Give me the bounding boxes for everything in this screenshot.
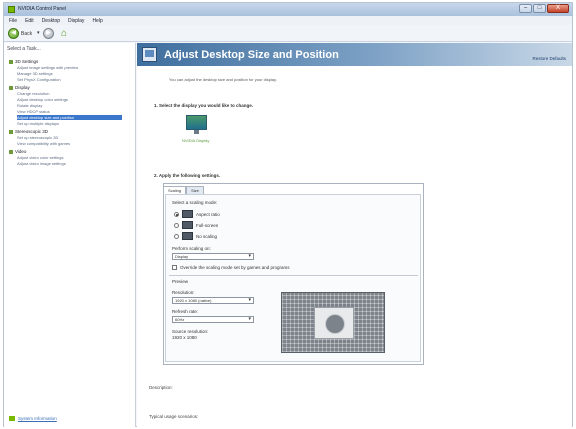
tree-item[interactable]: Manage 3D settings <box>17 71 122 76</box>
source-resolution-value: 1920 x 1080 <box>172 335 197 340</box>
usage-scenarios-label: Typical usage scenarios: <box>149 414 199 419</box>
window-title: NVIDIA Control Panel <box>18 6 67 12</box>
menu-desktop[interactable]: Desktop <box>42 18 60 24</box>
preview-image <box>314 307 354 339</box>
tree-item[interactable]: Adjust image settings with preview <box>17 65 122 70</box>
tree-item[interactable]: Adjust video image settings <box>17 161 122 166</box>
source-resolution-label: Source resolution: <box>172 329 209 334</box>
scaling-preview <box>281 292 385 353</box>
tree-item[interactable]: Adjust desktop color settings <box>17 97 122 102</box>
monitor-icon <box>186 115 207 130</box>
toolbar: ◀ Back ▾ ▶ ⌂ <box>4 25 572 42</box>
resolution-label: Resolution: <box>172 290 195 295</box>
menu-file[interactable]: File <box>9 18 17 24</box>
tree-item[interactable]: Change resolution <box>17 91 122 96</box>
tree-item[interactable]: Adjust video color settings <box>17 155 122 160</box>
refresh-rate-label: Refresh rate: <box>172 309 199 314</box>
menu-edit[interactable]: Edit <box>25 18 34 24</box>
tree-item[interactable]: View HDCP status <box>17 109 122 114</box>
description-label: Description: <box>149 385 173 390</box>
close-button[interactable]: X <box>547 4 569 13</box>
scaling-tab-body: Select a scaling mode: Aspect ratio Full… <box>165 194 421 362</box>
no-scaling-label[interactable]: No scaling <box>196 234 217 239</box>
resolution-select[interactable]: 1920 x 1080 (native) <box>172 297 254 304</box>
display-label[interactable]: NVIDIA Display <box>182 138 209 143</box>
tree-item[interactable]: Set up multiple displays <box>17 121 122 126</box>
tree-item[interactable]: Set PhysX Configuration <box>17 77 122 82</box>
minimize-button[interactable]: – <box>519 4 532 13</box>
app-window: NVIDIA Control Panel – □ X File Edit Des… <box>3 2 573 427</box>
menu-help[interactable]: Help <box>92 18 102 24</box>
settings-tabs: Scaling Size <box>163 186 204 194</box>
nvidia-logo-icon <box>8 6 15 13</box>
tab-scaling[interactable]: Scaling <box>163 186 187 194</box>
menu-display[interactable]: Display <box>68 18 84 24</box>
override-checkbox[interactable] <box>172 265 177 270</box>
menu-bar: File Edit Desktop Display Help <box>4 16 572 25</box>
desktop-size-icon <box>142 47 157 62</box>
tree-item[interactable]: Rotate display <box>17 103 122 108</box>
window-controls: – □ X <box>519 4 569 13</box>
radio-aspect-ratio[interactable] <box>174 212 179 217</box>
section-divider <box>169 275 418 276</box>
step2-heading: 2. Apply the following settings. <box>154 173 221 178</box>
tree-item-selected[interactable]: Adjust desktop size and position <box>17 115 122 120</box>
maximize-button[interactable]: □ <box>533 4 546 13</box>
system-information-label[interactable]: System Information <box>18 416 57 421</box>
page-banner: Adjust Desktop Size and Position Restore… <box>137 43 572 66</box>
tree-item[interactable]: Set up stereoscopic 3D <box>17 135 122 140</box>
tree-category-display[interactable]: Display <box>9 85 30 90</box>
page-title: Adjust Desktop Size and Position <box>164 49 339 61</box>
back-label[interactable]: Back <box>21 31 32 37</box>
system-info-icon <box>9 416 15 421</box>
monitor-stand <box>194 130 199 134</box>
tree-item[interactable]: View compatibility with games <box>17 141 122 146</box>
step1-heading: 1. Select the display you would like to … <box>154 103 254 108</box>
system-information-link[interactable]: System Information <box>9 416 57 421</box>
content-area: Adjust Desktop Size and Position Restore… <box>137 43 572 427</box>
display-selector[interactable] <box>186 115 207 138</box>
override-label[interactable]: Override the scaling mode set by games a… <box>180 265 290 270</box>
page-description: You can adjust the desktop size and posi… <box>169 77 277 82</box>
tree-category-video[interactable]: Video <box>9 149 26 154</box>
perform-scaling-select[interactable]: Display <box>172 253 254 260</box>
title-bar[interactable]: NVIDIA Control Panel – □ X <box>4 3 572 16</box>
tab-size[interactable]: Size <box>186 186 204 194</box>
back-button[interactable]: ◀ <box>8 28 19 39</box>
home-icon[interactable]: ⌂ <box>61 28 72 39</box>
preview-label: Preview <box>172 279 189 284</box>
radio-no-scaling[interactable] <box>174 234 179 239</box>
tree-category-stereoscopic[interactable]: Stereoscopic 3D <box>9 129 48 134</box>
restore-defaults-link[interactable]: Restore Defaults <box>532 56 566 61</box>
back-dropdown-icon[interactable]: ▾ <box>37 30 40 36</box>
task-sidebar: Select a Task... 3D Settings Adjust imag… <box>4 43 136 427</box>
aspect-ratio-label[interactable]: Aspect ratio <box>196 212 220 217</box>
radio-full-screen[interactable] <box>174 223 179 228</box>
refresh-rate-select[interactable]: 60Hz <box>172 316 254 323</box>
full-screen-label[interactable]: Full-screen <box>196 223 218 228</box>
task-header: Select a Task... <box>7 46 41 52</box>
no-scaling-icon <box>182 232 193 240</box>
aspect-ratio-icon <box>182 210 193 218</box>
preview-circle <box>325 314 345 334</box>
scaling-mode-label: Select a scaling mode: <box>172 200 218 205</box>
tree-category-3d-settings[interactable]: 3D Settings <box>9 59 38 64</box>
forward-button[interactable]: ▶ <box>43 28 54 39</box>
full-screen-icon <box>182 221 193 229</box>
perform-scaling-label: Perform scaling on: <box>172 246 211 251</box>
